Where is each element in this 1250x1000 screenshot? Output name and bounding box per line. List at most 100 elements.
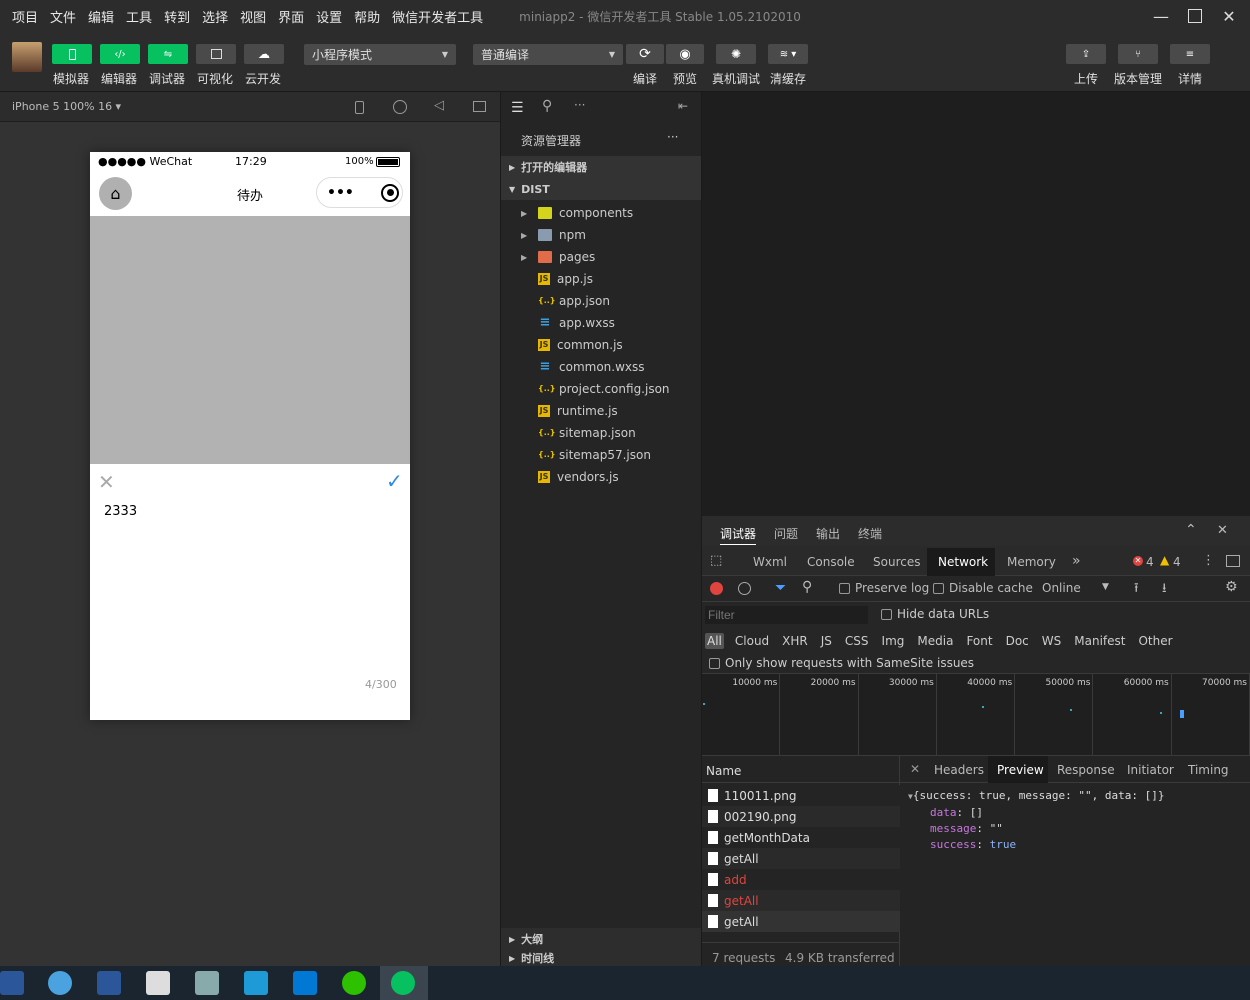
request-row[interactable]: getAll <box>702 911 900 932</box>
list-icon[interactable]: ☰ <box>511 100 524 116</box>
file-item[interactable]: ≡ app.wxss <box>501 312 701 334</box>
timeline-overview[interactable]: 10000 ms 20000 ms 30000 ms 40000 ms 50000 ms… <box>702 674 1250 756</box>
word-icon[interactable] <box>0 971 24 995</box>
warning-count[interactable]: 4 <box>1173 555 1181 569</box>
file-item[interactable]: ≡ common.wxss <box>501 356 701 378</box>
preview-root-line[interactable]: ▼{success: true, message: "", data: []} <box>908 788 1165 805</box>
word-icon[interactable] <box>97 971 121 995</box>
tab-network[interactable]: Network <box>938 555 988 569</box>
phone-icon[interactable] <box>355 101 364 114</box>
type-filter-img[interactable]: Img <box>880 633 907 649</box>
cloud-button[interactable]: ☁ <box>244 44 284 64</box>
menu-edit[interactable]: 编辑 <box>88 7 114 26</box>
file-item[interactable]: JS app.js <box>501 268 701 290</box>
todo-textarea[interactable]: 2333 <box>104 504 137 519</box>
search-icon[interactable]: ⚲ <box>542 98 552 114</box>
tab-response[interactable]: Response <box>1057 763 1115 777</box>
type-filter-cloud[interactable]: Cloud <box>733 633 771 649</box>
record-icon[interactable] <box>710 582 723 595</box>
mask-overlay[interactable] <box>90 216 410 464</box>
preview-button[interactable]: ◉ <box>666 44 704 64</box>
menu-help[interactable]: 帮助 <box>354 7 380 26</box>
webstorm-icon[interactable] <box>244 971 268 995</box>
more-icon[interactable]: ··· <box>574 98 585 112</box>
error-count[interactable]: 4 <box>1146 555 1154 569</box>
popout-icon[interactable] <box>473 101 486 112</box>
type-filter-media[interactable]: Media <box>915 633 955 649</box>
type-filter-js[interactable]: JS <box>819 633 834 649</box>
tab-initiator[interactable]: Initiator <box>1127 763 1174 777</box>
request-row[interactable]: getMonthData <box>702 827 900 848</box>
file-item[interactable]: {..} project.config.json <box>501 378 701 400</box>
record-icon[interactable] <box>393 100 407 114</box>
request-row[interactable]: getAll <box>702 890 900 911</box>
request-row[interactable]: 002190.png <box>702 806 900 827</box>
tab-timing[interactable]: Timing <box>1188 763 1229 777</box>
typora-icon[interactable] <box>146 971 170 995</box>
dist-section[interactable]: ▼ DIST <box>501 178 701 200</box>
file-item[interactable]: JS runtime.js <box>501 400 701 422</box>
cancel-icon[interactable]: ✕ <box>98 470 115 494</box>
type-filter-all[interactable]: All <box>705 633 724 649</box>
maximize-icon[interactable] <box>1178 0 1212 32</box>
close-detail-icon[interactable]: ✕ <box>910 762 920 776</box>
chat-icon[interactable] <box>48 971 72 995</box>
name-column-header[interactable]: Name <box>702 756 900 783</box>
gear-icon[interactable]: ⚙ <box>1225 579 1238 595</box>
capsule-menu[interactable]: ••• <box>316 177 403 208</box>
request-row[interactable]: add <box>702 869 900 890</box>
filter-icon[interactable]: ⏷ <box>775 580 786 596</box>
close-mini-icon[interactable] <box>381 183 399 202</box>
open-editors-section[interactable]: ▶ 打开的编辑器 <box>501 156 701 178</box>
tab-problems[interactable]: 问题 <box>774 525 798 542</box>
type-filter-css[interactable]: CSS <box>843 633 871 649</box>
debugger-button[interactable]: ⇋ <box>148 44 188 64</box>
clear-cache-button[interactable]: ≋ ▾ <box>768 44 808 64</box>
menu-goto[interactable]: 转到 <box>164 7 190 26</box>
device-select[interactable]: iPhone 5 100% 16 ▾ <box>12 100 121 113</box>
details-button[interactable]: ≡ <box>1170 44 1210 64</box>
file-item[interactable]: ▶ pages <box>501 246 701 268</box>
mode-select[interactable]: 小程序模式 ▼ <box>304 44 456 65</box>
preserve-log-checkbox[interactable]: Preserve log <box>839 581 929 595</box>
request-row[interactable]: 110011.png <box>702 785 900 806</box>
filter-input[interactable] <box>705 606 868 624</box>
request-row[interactable]: getAll <box>702 848 900 869</box>
outline-section[interactable]: ▶ 大纲 <box>501 928 701 950</box>
menu-project[interactable]: 项目 <box>12 7 38 26</box>
file-item[interactable]: ▶ components <box>501 202 701 224</box>
type-filter-other[interactable]: Other <box>1136 633 1174 649</box>
editor-button[interactable]: ‹/› <box>100 44 140 64</box>
chevron-up-icon[interactable]: ⌃ <box>1185 522 1197 538</box>
timeline-section[interactable]: ▶ 时间线 <box>501 950 701 966</box>
inspect-icon[interactable]: ⬚ <box>710 553 722 568</box>
hide-data-urls-checkbox[interactable]: Hide data URLs <box>881 607 989 621</box>
simulator-button[interactable] <box>52 44 92 64</box>
vscode-icon[interactable] <box>293 971 317 995</box>
clear-icon[interactable] <box>738 582 751 595</box>
file-item[interactable]: {..} app.json <box>501 290 701 312</box>
type-filter-ws[interactable]: WS <box>1040 633 1063 649</box>
kebab-icon[interactable]: ⋮ <box>1202 553 1215 568</box>
sound-icon[interactable]: ◁ <box>434 98 444 113</box>
menu-select[interactable]: 选择 <box>202 7 228 26</box>
menu-view[interactable]: 视图 <box>240 7 266 26</box>
wechat-devtools-icon[interactable] <box>391 971 415 995</box>
tab-console[interactable]: Console <box>807 555 855 569</box>
type-filter-doc[interactable]: Doc <box>1004 633 1031 649</box>
file-item[interactable]: JS common.js <box>501 334 701 356</box>
upload-button[interactable]: ⇪ <box>1066 44 1106 64</box>
throttle-select[interactable]: Online <box>1042 581 1081 595</box>
close-panel-icon[interactable]: ✕ <box>1217 523 1228 538</box>
file-item[interactable]: JS vendors.js <box>501 466 701 488</box>
compile-button[interactable]: ⟳ <box>626 44 664 64</box>
more-dots-icon[interactable]: ••• <box>327 185 367 201</box>
tab-sources[interactable]: Sources <box>873 555 920 569</box>
menu-devtools[interactable]: 微信开发者工具 <box>392 7 483 26</box>
file-item[interactable]: {..} sitemap57.json <box>501 444 701 466</box>
file-item[interactable]: {..} sitemap.json <box>501 422 701 444</box>
tab-debugger[interactable]: 调试器 <box>720 525 757 545</box>
tab-memory[interactable]: Memory <box>1007 555 1056 569</box>
type-filter-xhr[interactable]: XHR <box>780 633 810 649</box>
menu-settings[interactable]: 设置 <box>316 7 342 26</box>
